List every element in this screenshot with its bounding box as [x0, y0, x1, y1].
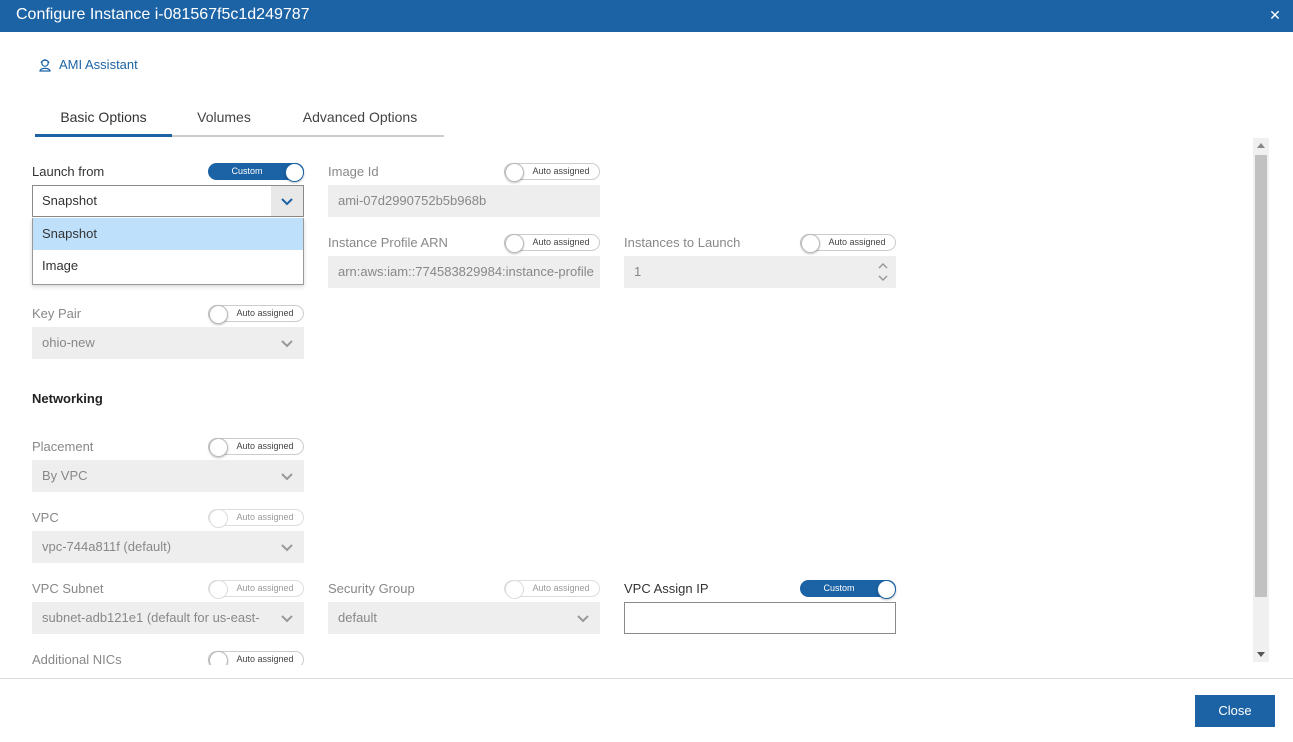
security-group-toggle[interactable]: Auto assigned: [504, 580, 600, 599]
vpc-subnet-label: VPC Subnet: [32, 581, 104, 596]
instances-to-launch-label: Instances to Launch: [624, 235, 741, 250]
vpc-subnet-value: subnet-adb121e1 (default for us-east-: [42, 610, 260, 625]
additional-nics-toggle[interactable]: Auto assigned: [208, 651, 304, 665]
close-icon[interactable]: ✕: [1267, 7, 1283, 23]
launch-from-select[interactable]: Snapshot: [32, 185, 304, 217]
dialog-titlebar: Configure Instance i-081567f5c1d249787 ✕: [0, 0, 1293, 32]
vpc-subnet-toggle[interactable]: Auto assigned: [208, 580, 304, 599]
dialog-title: Configure Instance i-081567f5c1d249787: [16, 6, 310, 23]
instance-profile-arn-field: arn:aws:iam::774583829984:instance-profi…: [328, 256, 600, 288]
instances-to-launch-value: 1: [634, 264, 642, 279]
key-pair-toggle[interactable]: Auto assigned: [208, 305, 304, 324]
footer-divider: [0, 678, 1293, 679]
form-scroll-area: Launch from Custom Snapshot Image Id Aut…: [0, 138, 1250, 665]
vpc-label: VPC: [32, 510, 59, 525]
vpc-subnet-select: subnet-adb121e1 (default for us-east-: [32, 602, 304, 634]
ami-assistant-label: AMI Assistant: [59, 57, 138, 72]
chevron-down-icon: [281, 340, 293, 348]
key-pair-select: ohio-new: [32, 327, 304, 359]
tab-volumes[interactable]: Volumes: [172, 106, 276, 137]
additional-nics-label: Additional NICs: [32, 652, 122, 665]
image-id-field: ami-07d2990752b5b968b: [328, 185, 600, 217]
key-pair-label: Key Pair: [32, 306, 82, 321]
dropdown-option-snapshot[interactable]: Snapshot: [33, 218, 303, 250]
instance-profile-arn-label: Instance Profile ARN: [328, 235, 448, 250]
chevron-down-icon: [281, 615, 293, 623]
vpc-toggle[interactable]: Auto assigned: [208, 509, 304, 528]
vpc-select: vpc-744a811f (default): [32, 531, 304, 563]
vpc-assign-ip-toggle[interactable]: Custom: [800, 580, 896, 599]
key-pair-value: ohio-new: [42, 335, 95, 350]
chevron-down-icon: [281, 544, 293, 552]
tab-advanced-options[interactable]: Advanced Options: [276, 106, 444, 137]
scroll-down-icon[interactable]: [1257, 652, 1265, 657]
placement-select: By VPC: [32, 460, 304, 492]
networking-heading: Networking: [32, 391, 103, 406]
launch-from-label: Launch from: [32, 164, 105, 179]
scrollbar-thumb[interactable]: [1255, 155, 1267, 597]
launch-from-dropdown-menu: Snapshot Image: [32, 218, 304, 285]
security-group-select: default: [328, 602, 600, 634]
image-id-toggle[interactable]: Auto assigned: [504, 163, 600, 182]
user-headset-icon: [39, 58, 51, 72]
close-button[interactable]: Close: [1195, 695, 1275, 727]
security-group-value: default: [338, 610, 378, 625]
vpc-assign-ip-input[interactable]: [624, 602, 896, 634]
dropdown-option-image[interactable]: Image: [33, 250, 303, 282]
launch-from-value: Snapshot: [42, 193, 97, 208]
vertical-scrollbar[interactable]: [1253, 138, 1269, 662]
chevron-down-icon: [281, 473, 293, 481]
placement-value: By VPC: [42, 468, 88, 483]
chevron-down-icon: [577, 615, 589, 623]
security-group-label: Security Group: [328, 581, 415, 596]
tab-bar: Basic Options Volumes Advanced Options: [35, 106, 444, 137]
launch-from-toggle[interactable]: Custom: [208, 163, 304, 182]
placement-label: Placement: [32, 439, 94, 454]
placement-toggle[interactable]: Auto assigned: [208, 438, 304, 457]
scroll-up-icon[interactable]: [1257, 143, 1265, 148]
tab-basic-options[interactable]: Basic Options: [35, 106, 172, 137]
instances-to-launch-field: 1: [624, 256, 896, 288]
instance-profile-arn-toggle[interactable]: Auto assigned: [504, 234, 600, 253]
image-id-label: Image Id: [328, 164, 379, 179]
instances-to-launch-toggle[interactable]: Auto assigned: [800, 234, 896, 253]
chevron-down-icon[interactable]: [271, 186, 303, 216]
ami-assistant-link[interactable]: AMI Assistant: [38, 57, 138, 72]
vpc-assign-ip-label: VPC Assign IP: [624, 581, 709, 596]
vpc-value: vpc-744a811f (default): [42, 539, 172, 554]
spinner-arrows-icon: [878, 262, 888, 282]
